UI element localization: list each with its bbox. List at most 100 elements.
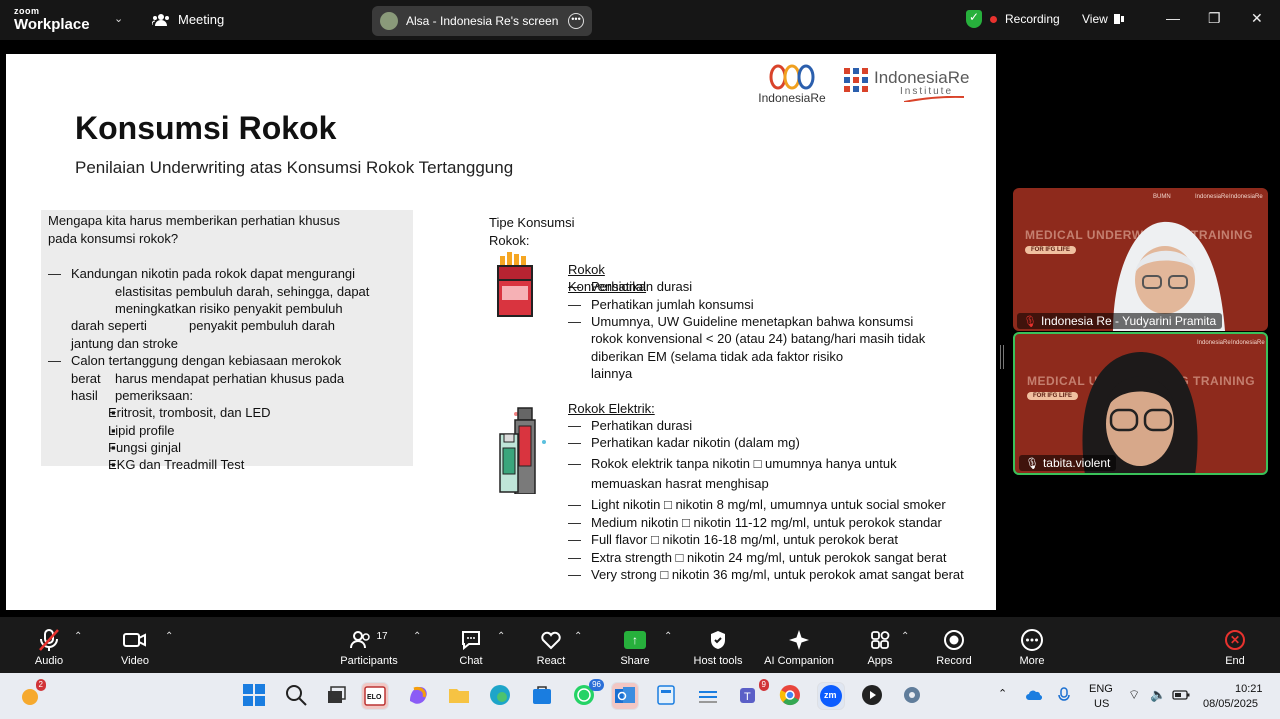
logo2-text: IndonesiaRe: [874, 68, 970, 87]
ai-companion-button[interactable]: AI Companion: [760, 627, 838, 667]
taskbar-app-zoom[interactable]: zm: [817, 682, 845, 710]
taskbar-app-calculator[interactable]: [654, 683, 680, 709]
react-button[interactable]: React: [530, 627, 572, 667]
clock-time[interactable]: 10:21: [1235, 683, 1263, 695]
tipe-konsumsi-line2: Rokok:: [489, 233, 530, 248]
copilot-icon: [410, 687, 427, 704]
encryption-shield-icon[interactable]: [966, 10, 982, 28]
record-button[interactable]: Record: [933, 627, 975, 667]
chat-label: Chat: [459, 655, 483, 667]
start-button[interactable]: [242, 683, 268, 709]
react-caret-icon[interactable]: ⌃: [574, 631, 582, 642]
bullet1-line3: meningkatkan risiko penyakit pembuluh: [115, 301, 343, 316]
clock-date[interactable]: 08/05/2025: [1203, 698, 1258, 710]
taskbar-app-notes[interactable]: [696, 683, 722, 709]
language-bottom[interactable]: US: [1094, 698, 1109, 710]
elek-item-8: Very strong □ nikotin 36 mg/ml, untuk pe…: [591, 567, 964, 582]
participant-video-tile[interactable]: BUMN IndonesiaRe IndonesiaRe MEDICAL UND…: [1013, 188, 1268, 331]
taskbar-app-store[interactable]: [530, 683, 556, 709]
participants-count: 17: [376, 630, 388, 642]
ai-companion-label: AI Companion: [764, 655, 834, 667]
close-icon[interactable]: ✕: [1251, 10, 1263, 27]
taskbar-app-settings[interactable]: [900, 683, 926, 709]
sharer-avatar: [380, 12, 398, 30]
language-top[interactable]: ENG: [1089, 683, 1113, 695]
minimize-icon[interactable]: —: [1166, 10, 1180, 26]
indonesia-re-institute-logo: IndonesiaRe Institute: [844, 64, 979, 106]
bullet-dash: —: [568, 532, 581, 547]
logo1-text: IndonesiaRe: [758, 91, 826, 105]
view-button[interactable]: View: [1082, 12, 1124, 26]
elektrik-title: Rokok Elektrik:: [568, 401, 655, 416]
record-icon: [944, 630, 964, 650]
bullet1-line2: elastisitas pembuluh darah, sehingga, da…: [115, 284, 370, 299]
cigarette-pack-icon: [497, 252, 533, 317]
show-hidden-icons-chevron-icon[interactable]: ⌃: [998, 687, 1007, 700]
camera-icon: [123, 633, 146, 647]
share-button[interactable]: ↑ Share: [614, 627, 656, 667]
bullet-dash: —: [568, 567, 581, 582]
panel-resize-handle[interactable]: [1000, 345, 1004, 369]
participant-name: tabita.violent: [1042, 456, 1111, 470]
participants-caret-icon[interactable]: ⌃: [413, 631, 421, 642]
participant-name: Indonesia Re - Yudyarini Pramita: [1040, 314, 1217, 328]
taskbar-app-copilot[interactable]: [406, 683, 432, 709]
bullet-dash: —: [568, 297, 581, 312]
active-speaker-video-tile[interactable]: IndonesiaRe IndonesiaRe MEDICAL UNDERWRI…: [1013, 332, 1268, 475]
video-options-caret-icon[interactable]: ⌃: [165, 631, 173, 642]
end-meeting-button[interactable]: ✕ End: [1214, 627, 1256, 667]
teams-icon: T: [740, 688, 755, 703]
taskbar-app-teams[interactable]: T 9: [737, 679, 769, 709]
more-button[interactable]: More: [1011, 627, 1053, 667]
video-button[interactable]: Video: [114, 627, 156, 667]
participants-icon: [350, 631, 371, 649]
audio-options-caret-icon[interactable]: ⌃: [74, 631, 82, 642]
recording-status[interactable]: Recording: [966, 10, 1060, 28]
wifi-icon[interactable]: ⌔: [1128, 687, 1140, 703]
bullet2-line2b: harus mendapat perhatian khusus pada: [115, 371, 345, 386]
apps-button[interactable]: Apps: [859, 627, 901, 667]
zoom-workplace-logo[interactable]: zoom Workplace: [14, 7, 90, 33]
taskbar-app-elo[interactable]: ELO: [361, 682, 389, 710]
apps-label: Apps: [867, 655, 893, 667]
host-tools-button[interactable]: Host tools: [688, 627, 748, 667]
taskbar-app-edge[interactable]: [488, 683, 514, 709]
bullet-dash: —: [568, 279, 581, 294]
share-caret-icon[interactable]: ⌃: [664, 631, 672, 642]
sub-item-3: Fungsi ginjal: [108, 440, 181, 455]
onedrive-cloud-icon[interactable]: [1026, 689, 1042, 701]
screen-share-indicator[interactable]: Alsa - Indonesia Re's screen •••: [372, 6, 592, 36]
swoosh-icon: [904, 96, 964, 102]
weather-widget[interactable]: 2: [18, 679, 46, 709]
chevron-down-icon[interactable]: ⌄: [114, 12, 123, 25]
taskbar-app-media[interactable]: [860, 683, 886, 709]
meeting-info-button[interactable]: Meeting: [152, 12, 224, 27]
microphone-tray-icon[interactable]: [1058, 687, 1070, 703]
restore-icon[interactable]: ❐: [1208, 10, 1221, 27]
more-options-icon[interactable]: •••: [568, 13, 584, 29]
audio-button[interactable]: Audio: [28, 627, 70, 667]
elek-item-2: Perhatikan kadar nikotin (dalam mg): [591, 435, 800, 450]
task-view-button[interactable]: [324, 683, 350, 709]
taskbar-app-outlook[interactable]: [611, 682, 639, 710]
battery-icon[interactable]: [1172, 690, 1190, 700]
chat-button[interactable]: Chat: [450, 627, 492, 667]
edge-browser-icon: [490, 685, 510, 705]
participants-button[interactable]: 17 Participants: [338, 627, 400, 668]
elo-label: ELO: [367, 694, 382, 701]
taskbar-app-whatsapp[interactable]: 96: [572, 679, 604, 709]
taskbar-app-file-explorer[interactable]: [447, 683, 473, 709]
konv-item-2: Perhatikan jumlah konsumsi: [591, 297, 754, 312]
chat-caret-icon[interactable]: ⌃: [497, 631, 505, 642]
meeting-label: Meeting: [178, 12, 225, 27]
taskbar-app-chrome[interactable]: [778, 683, 804, 709]
apps-caret-icon[interactable]: ⌃: [901, 631, 909, 642]
search-button[interactable]: [284, 683, 310, 709]
view-layout-icon: [1113, 14, 1124, 24]
elek-item-7: Extra strength □ nikotin 24 mg/ml, untuk…: [591, 550, 947, 565]
chat-icon: [462, 631, 480, 650]
slide-title: Konsumsi Rokok: [75, 110, 337, 146]
konv-item-1: Perhatikan durasi: [591, 279, 693, 294]
volume-icon[interactable]: 🔈: [1150, 687, 1166, 703]
host-tools-label: Host tools: [693, 655, 743, 667]
